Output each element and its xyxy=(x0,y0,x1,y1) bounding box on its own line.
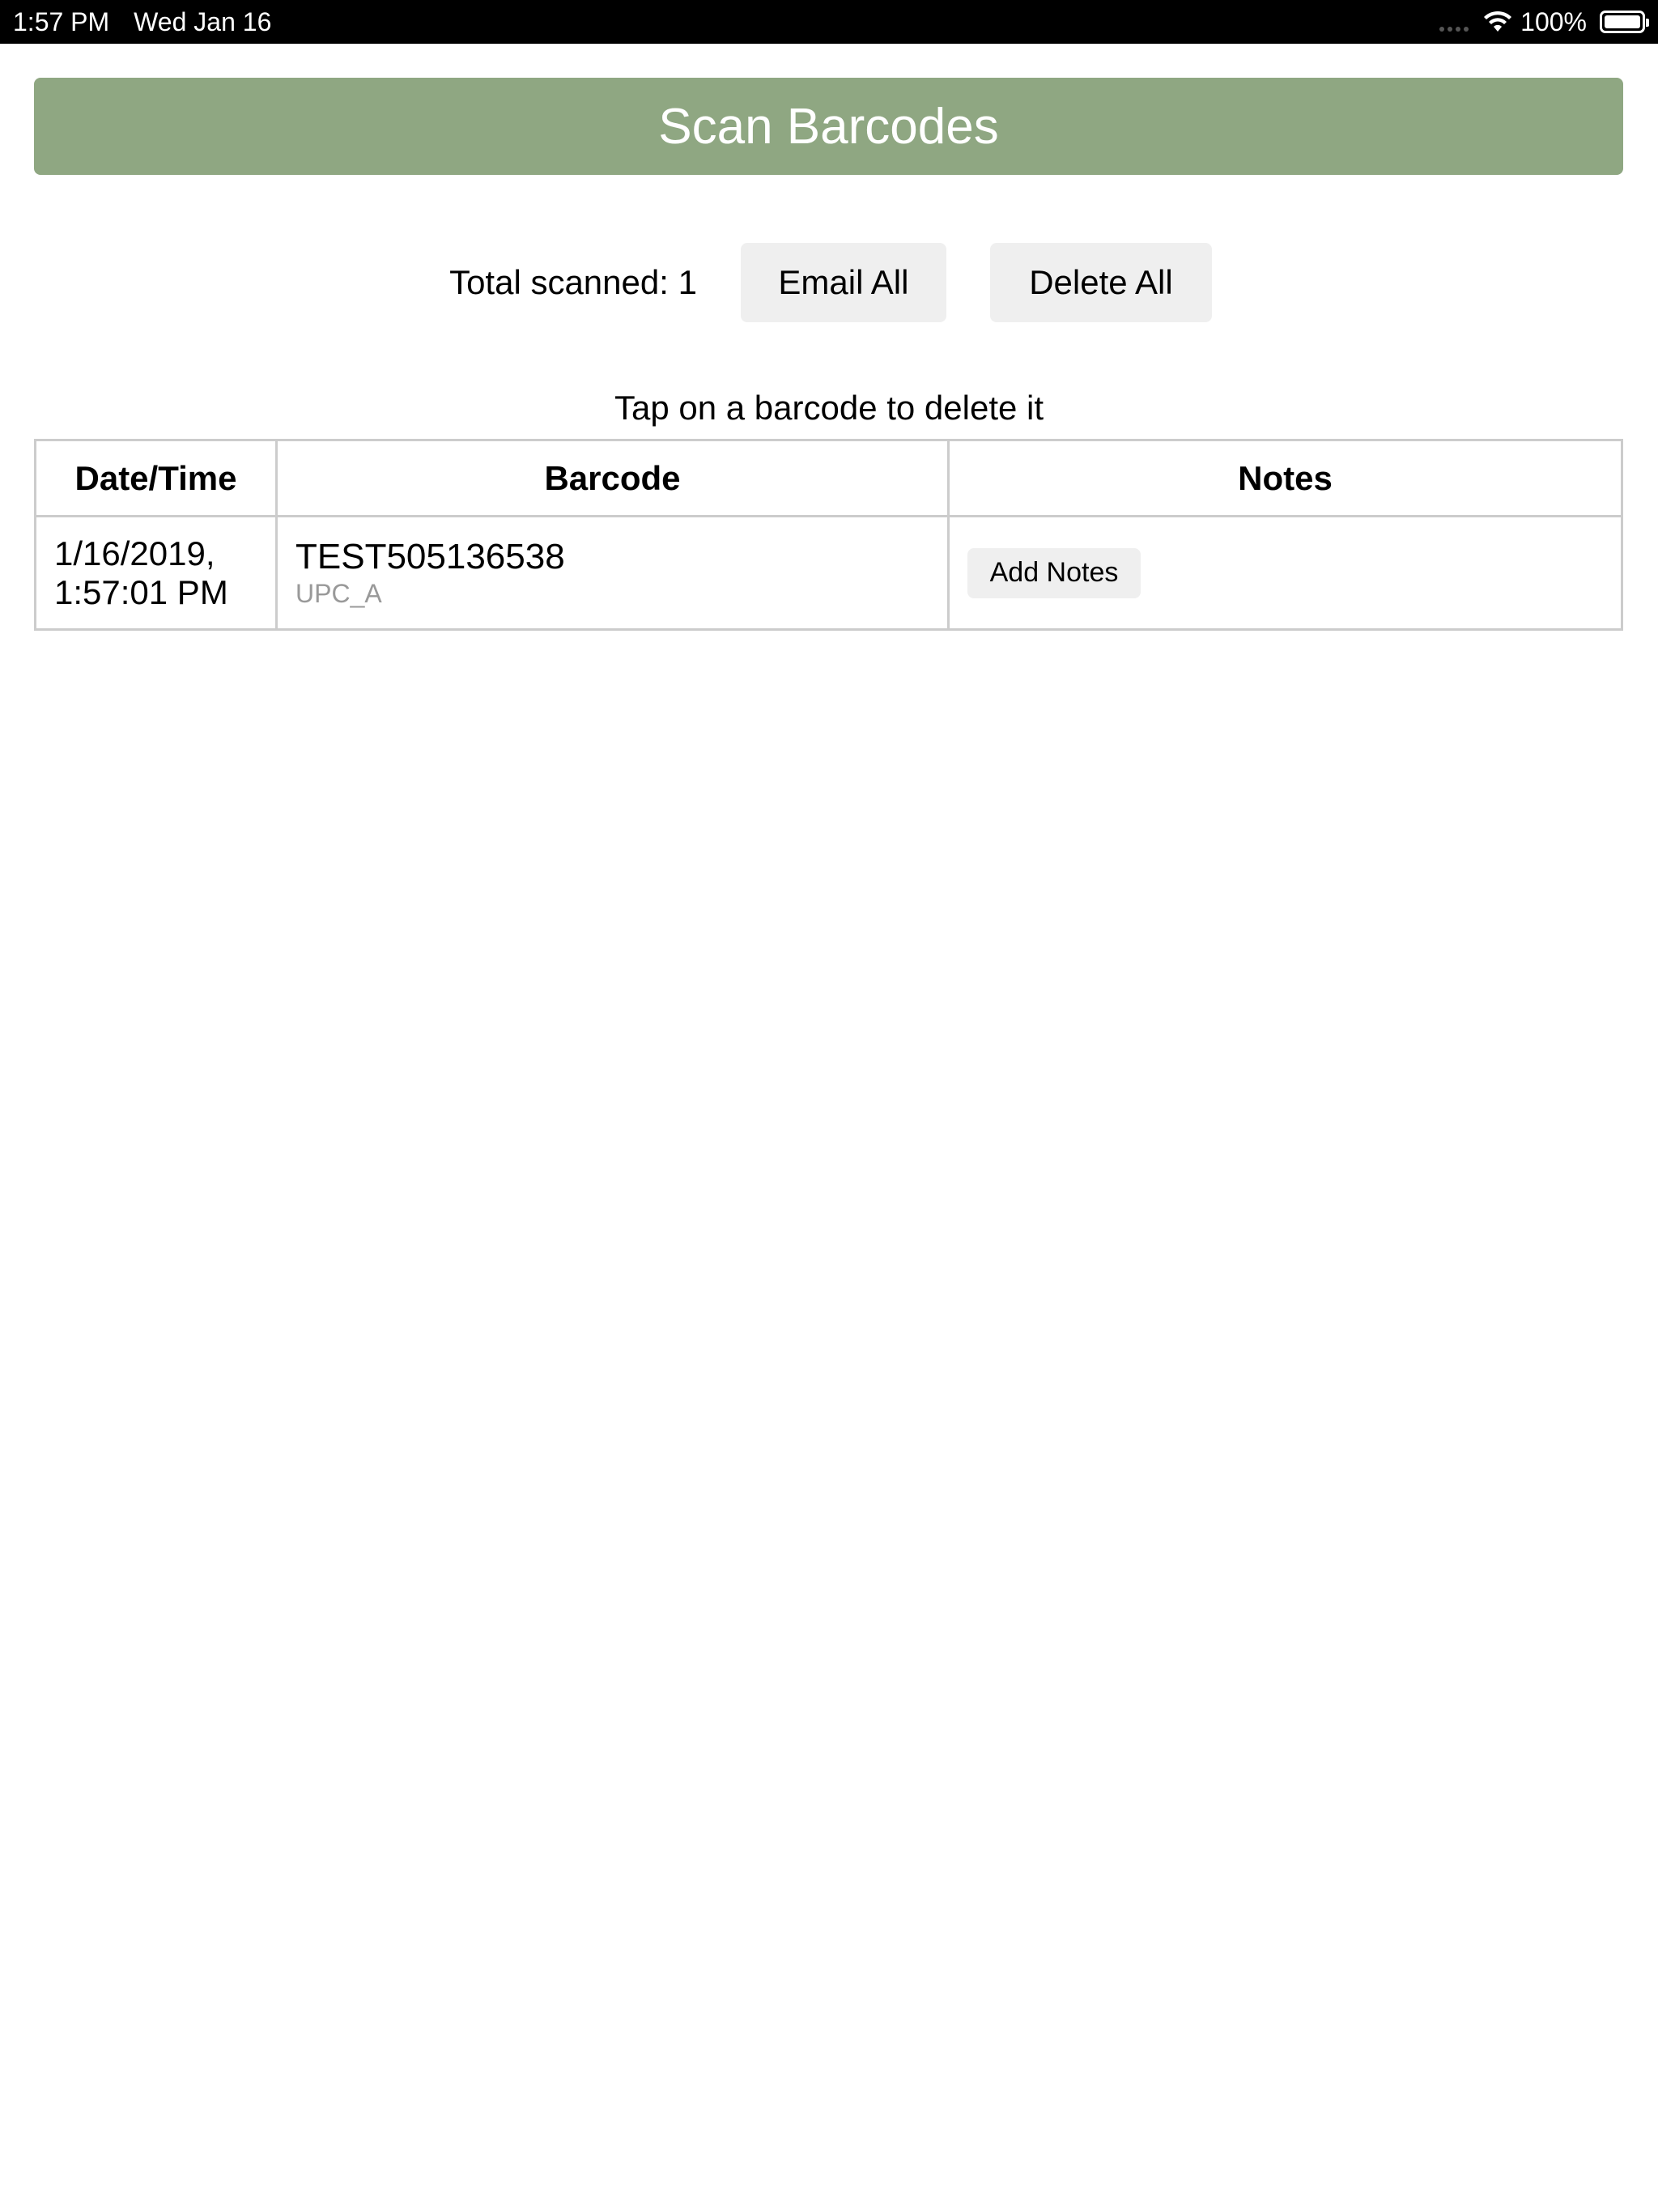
cell-barcode[interactable]: TEST505136538 UPC_A xyxy=(275,515,950,631)
date-text: 1/16/2019, xyxy=(54,534,215,572)
cell-notes: Add Notes xyxy=(947,515,1623,631)
table-header-row: Date/Time Barcode Notes xyxy=(34,439,1623,517)
wifi-icon xyxy=(1484,11,1512,32)
header-barcode: Barcode xyxy=(275,439,950,517)
barcode-type: UPC_A xyxy=(295,578,382,608)
status-indicators: 100% xyxy=(1439,6,1649,37)
header-date-time: Date/Time xyxy=(34,439,278,517)
scan-barcodes-button[interactable]: Scan Barcodes xyxy=(34,78,1623,175)
add-notes-button[interactable]: Add Notes xyxy=(967,547,1141,598)
battery-icon xyxy=(1600,11,1649,33)
delete-hint: Tap on a barcode to delete it xyxy=(614,389,1044,427)
table-row[interactable]: 1/16/2019, 1:57:01 PM TEST505136538 UPC_… xyxy=(34,515,1623,631)
delete-all-button[interactable]: Delete All xyxy=(989,243,1212,322)
barcode-table: Date/Time Barcode Notes 1/16/2019, 1:57:… xyxy=(34,439,1623,631)
status-date: Wed Jan 16 xyxy=(134,6,272,36)
status-time: 1:57 PM xyxy=(13,6,110,36)
signal-dots-icon xyxy=(1439,12,1469,32)
total-scanned-label: Total scanned: 1 xyxy=(449,263,697,301)
barcode-value[interactable]: TEST505136538 xyxy=(295,537,946,577)
scan-barcodes-label: Scan Barcodes xyxy=(658,98,999,155)
battery-percent: 100% xyxy=(1520,6,1587,36)
header-notes: Notes xyxy=(947,439,1623,517)
time-text: 1:57:01 PM xyxy=(54,572,228,611)
email-all-button[interactable]: Email All xyxy=(740,243,946,322)
cell-date-time: 1/16/2019, 1:57:01 PM xyxy=(34,515,278,631)
status-bar: 1:57 PM Wed Jan 16 100% xyxy=(0,0,1658,44)
controls-row: Total scanned: 1 Email All Delete All xyxy=(0,243,1658,322)
